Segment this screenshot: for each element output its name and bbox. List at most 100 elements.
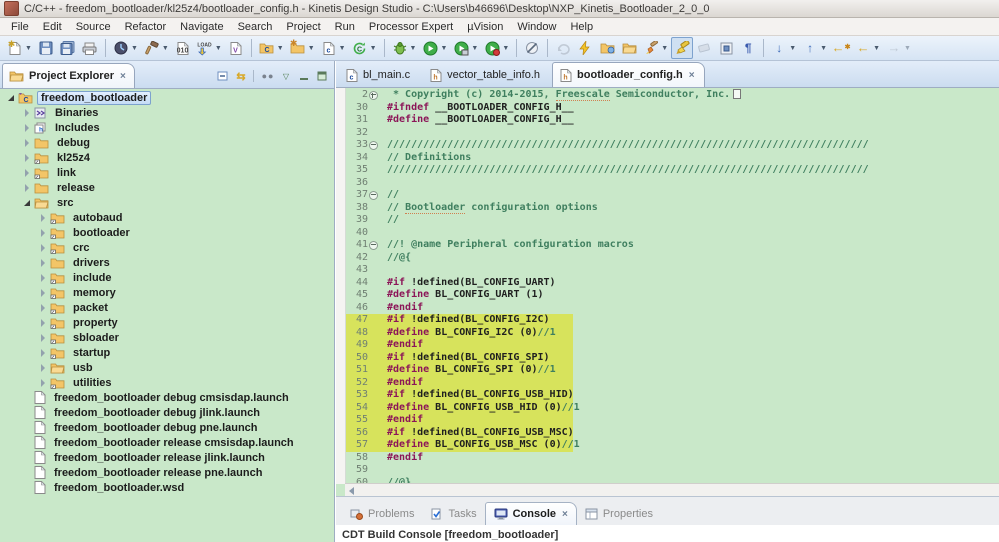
menu-search[interactable]: Search	[231, 20, 280, 34]
tree-item-autobaud[interactable]: autobaud	[0, 210, 334, 225]
chevron-collapsed-icon[interactable]	[38, 333, 47, 342]
new-c-file-dropdown-icon[interactable]: ▼	[339, 45, 346, 52]
chevron-collapsed-icon[interactable]	[22, 183, 31, 192]
chevron-collapsed-icon[interactable]	[38, 303, 47, 312]
maximize-button[interactable]	[314, 69, 330, 83]
tree-item-freedom-bootloader[interactable]: Cfreedom_bootloader	[0, 90, 334, 105]
tree-item-freedom-bootloader-release-pne-launch[interactable]: freedom_bootloader release pne.launch	[0, 465, 334, 480]
close-icon[interactable]: ×	[562, 509, 568, 520]
chevron-expanded-icon[interactable]	[6, 94, 15, 101]
tree-item-include[interactable]: include	[0, 270, 334, 285]
chevron-collapsed-icon[interactable]	[38, 228, 47, 237]
tree-item-freedom-bootloader-release-jlink-launch[interactable]: freedom_bootloader release jlink.launch	[0, 450, 334, 465]
debug-dropdown-icon[interactable]: ▼	[410, 45, 417, 52]
tree-item-crc[interactable]: crc	[0, 240, 334, 255]
chevron-collapsed-icon[interactable]	[38, 258, 47, 267]
generate-code-button[interactable]: C ▼	[349, 37, 380, 59]
new-c-project-dropdown-icon[interactable]: ▼	[277, 45, 284, 52]
code-editor[interactable]: 2 * Copyright (c) 2014-2015, Freescale S…	[336, 88, 999, 497]
new-wizard-button[interactable]: ✱ ▼	[4, 37, 35, 59]
tree-item-src[interactable]: src	[0, 195, 334, 210]
link-with-editor-button[interactable]: ⇆	[233, 69, 249, 83]
next-annotation-button[interactable]: ↓ ▼	[768, 37, 799, 59]
back-dropdown-icon[interactable]: ▼	[873, 45, 880, 52]
new-wizard-dropdown-icon[interactable]: ▼	[25, 45, 32, 52]
print-margin-button[interactable]	[715, 37, 737, 59]
profile-dropdown-icon[interactable]: ▼	[502, 45, 509, 52]
close-icon[interactable]: ×	[120, 71, 126, 82]
tree-item-includes[interactable]: h Includes	[0, 120, 334, 135]
tree-item-usb[interactable]: usb	[0, 360, 334, 375]
menu-run[interactable]: Run	[328, 20, 362, 34]
open-type-button[interactable]	[596, 37, 618, 59]
chevron-collapsed-icon[interactable]	[22, 123, 31, 132]
tree-item-link[interactable]: link	[0, 165, 334, 180]
new-c-project-button[interactable]: C ▼	[256, 37, 287, 59]
profile-button[interactable]: ▼	[481, 37, 512, 59]
prev-annotation-dropdown-icon[interactable]: ▼	[820, 45, 827, 52]
chevron-collapsed-icon[interactable]	[38, 318, 47, 327]
menu-project[interactable]: Project	[279, 20, 327, 34]
chevron-collapsed-icon[interactable]	[38, 243, 47, 252]
editor-tab-bl-main-c[interactable]: c bl_main.c	[338, 62, 420, 87]
skip-breakpoints-button[interactable]	[521, 37, 543, 59]
chevron-expanded-icon[interactable]	[22, 199, 31, 206]
multimeter-button[interactable]: V	[225, 37, 247, 59]
search-marker-button[interactable]: ▼	[640, 37, 671, 59]
menu-source[interactable]: Source	[69, 20, 118, 34]
tree-item-binaries[interactable]: Binaries	[0, 105, 334, 120]
tree-item-release[interactable]: release	[0, 180, 334, 195]
new-cpp-project-button[interactable]: ✱ ▼	[287, 37, 318, 59]
menu-file[interactable]: File	[4, 20, 36, 34]
console-view[interactable]: CDT Build Console [freedom_bootloader]	[336, 525, 999, 542]
run-button[interactable]: ▼	[419, 37, 450, 59]
run-external-dropdown-icon[interactable]: ▼	[471, 45, 478, 52]
chevron-collapsed-icon[interactable]	[38, 213, 47, 222]
horizontal-scrollbar[interactable]	[345, 483, 999, 497]
tree-item-freedom-bootloader-debug-jlink-launch[interactable]: freedom_bootloader debug jlink.launch	[0, 405, 334, 420]
prev-annotation-button[interactable]: ↑ ▼	[799, 37, 830, 59]
forward-dropdown-icon[interactable]: ▼	[904, 45, 911, 52]
collapse-all-button[interactable]	[215, 69, 231, 83]
tree-item-debug[interactable]: debug	[0, 135, 334, 150]
menu-navigate[interactable]: Navigate	[173, 20, 230, 34]
highlight-marker-button[interactable]	[671, 37, 694, 59]
chevron-collapsed-icon[interactable]	[22, 108, 31, 117]
debug-target-dropdown-icon[interactable]: ▼	[131, 45, 138, 52]
menu-edit[interactable]: Edit	[36, 20, 69, 34]
load-dropdown-icon[interactable]: ▼	[215, 45, 222, 52]
new-cpp-project-dropdown-icon[interactable]: ▼	[308, 45, 315, 52]
fold-expand-icon[interactable]	[368, 89, 378, 102]
print-button[interactable]	[79, 37, 101, 59]
chevron-collapsed-icon[interactable]	[22, 138, 31, 147]
menu-refactor[interactable]: Refactor	[118, 20, 174, 34]
view-tab-properties[interactable]: Properties	[577, 503, 661, 525]
last-edit-location-button[interactable]: ←✱	[830, 37, 852, 59]
menu-help[interactable]: Help	[563, 20, 600, 34]
tree-item-bootloader[interactable]: bootloader	[0, 225, 334, 240]
chevron-collapsed-icon[interactable]	[38, 288, 47, 297]
chevron-collapsed-icon[interactable]	[22, 153, 31, 162]
project-explorer-tab[interactable]: Project Explorer ×	[2, 63, 135, 88]
tree-item-kl25z4[interactable]: kl25z4	[0, 150, 334, 165]
load-button[interactable]: LOAD ▼	[194, 37, 225, 59]
save-button[interactable]	[35, 37, 57, 59]
generate-code-dropdown-icon[interactable]: ▼	[370, 45, 377, 52]
debug-target-button[interactable]: ▼	[110, 37, 141, 59]
tree-item-startup[interactable]: startup	[0, 345, 334, 360]
tree-item-freedom-bootloader-debug-cmsisdap-launch[interactable]: freedom_bootloader debug cmsisdap.launch	[0, 390, 334, 405]
editor-tab-vector-table-info-h[interactable]: h vector_table_info.h	[422, 62, 550, 87]
chevron-collapsed-icon[interactable]	[38, 273, 47, 282]
build-button[interactable]: ▼	[141, 37, 172, 59]
show-whitespace-button[interactable]: ¶	[737, 37, 759, 59]
view-tab-tasks[interactable]: Tasks	[422, 503, 484, 525]
next-annotation-dropdown-icon[interactable]: ▼	[789, 45, 796, 52]
minimize-button[interactable]	[296, 69, 312, 83]
tree-item-property[interactable]: property	[0, 315, 334, 330]
flash-programmer-button[interactable]	[574, 37, 596, 59]
tree-item-utilities[interactable]: utilities	[0, 375, 334, 390]
tree-item-freedom-bootloader-wsd[interactable]: freedom_bootloader.wsd	[0, 480, 334, 495]
view-tab-console[interactable]: Console ×	[484, 502, 577, 525]
tree-item-packet[interactable]: packet	[0, 300, 334, 315]
view-tab-problems[interactable]: Problems	[342, 503, 422, 525]
